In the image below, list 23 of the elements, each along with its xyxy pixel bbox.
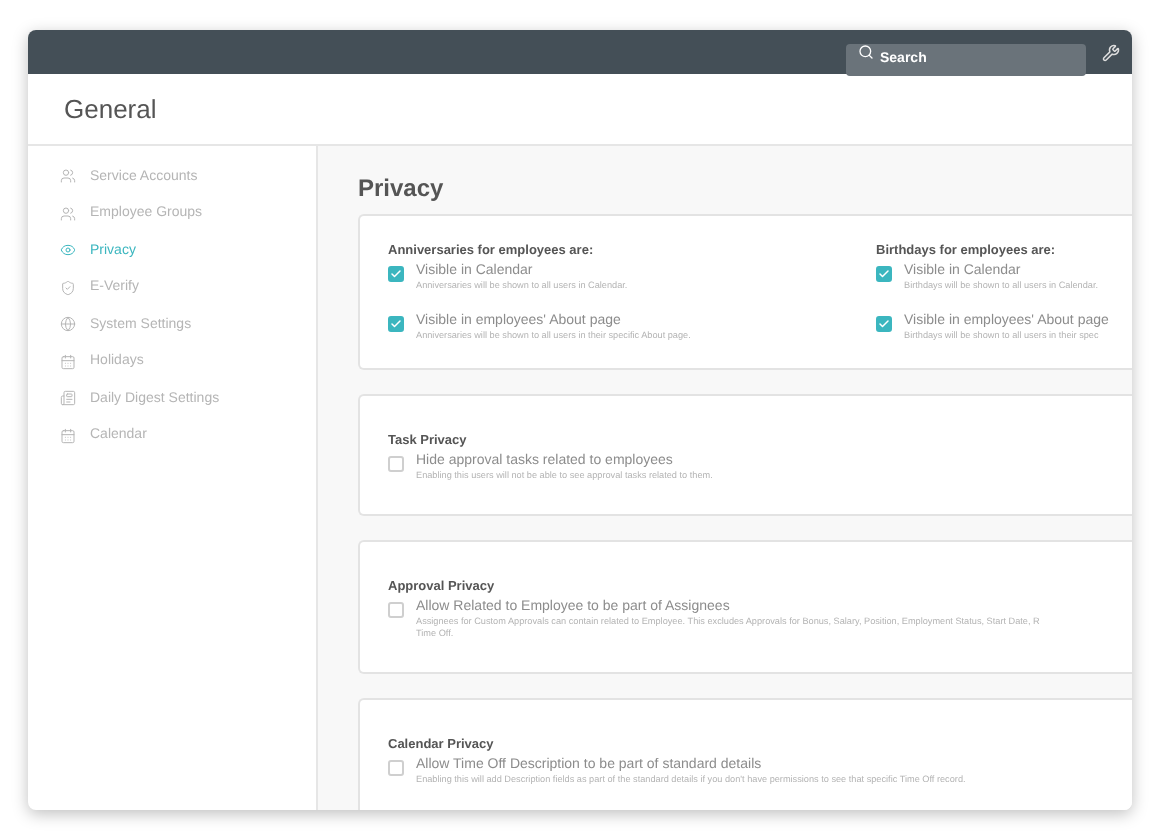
checkbox[interactable]	[388, 456, 404, 472]
checkbox[interactable]	[388, 316, 404, 332]
page-header-title: General	[64, 94, 157, 124]
calendar-icon	[60, 353, 76, 370]
checkbox[interactable]	[876, 266, 892, 282]
newspaper-icon	[60, 390, 76, 407]
check-icon	[878, 268, 890, 280]
calendar-icon	[60, 427, 76, 444]
check-icon	[390, 318, 402, 330]
users-icon	[60, 205, 76, 222]
check-icon	[878, 318, 890, 330]
globe-icon	[60, 316, 76, 333]
shield-icon	[60, 279, 76, 296]
eye-icon	[60, 242, 76, 259]
wrench-icon[interactable]	[1102, 43, 1120, 61]
checkbox[interactable]	[388, 760, 404, 776]
checkbox[interactable]	[876, 316, 892, 332]
section-title: Privacy	[358, 174, 446, 202]
checkbox[interactable]	[388, 266, 404, 282]
search-icon	[858, 44, 874, 60]
check-icon	[390, 268, 402, 280]
checkbox[interactable]	[388, 602, 404, 618]
users-icon	[60, 168, 76, 185]
